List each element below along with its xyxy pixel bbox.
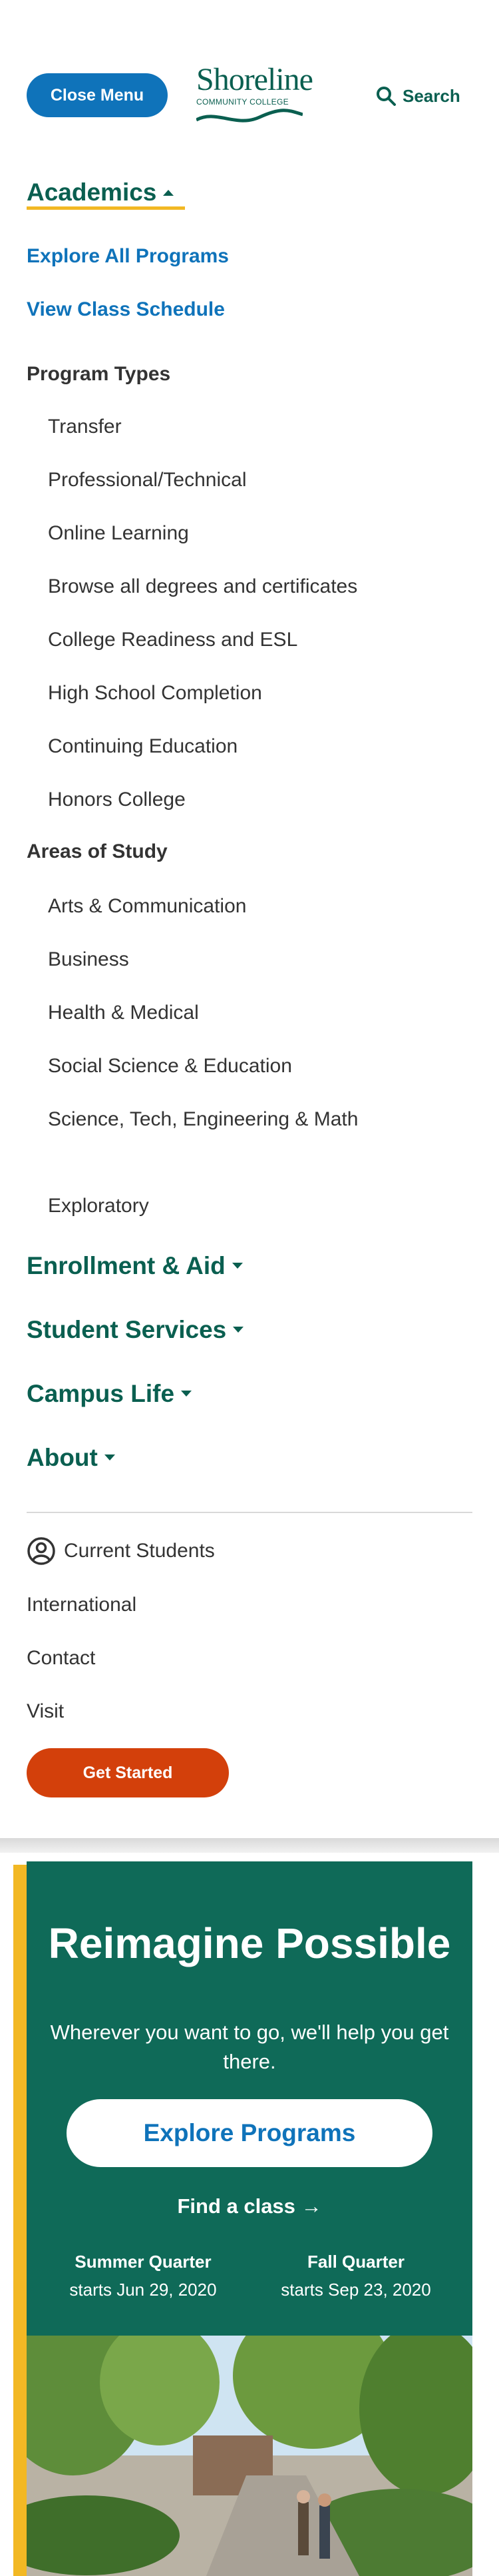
program-types-heading: Program Types bbox=[27, 363, 171, 385]
chevron-down-icon bbox=[233, 1327, 244, 1333]
quarter-name: Fall Quarter bbox=[307, 2252, 405, 2272]
area-of-study-item[interactable]: Business bbox=[48, 944, 420, 976]
current-students-link[interactable]: Current Students bbox=[27, 1536, 215, 1566]
program-type-item[interactable]: Professional/Technical bbox=[48, 464, 420, 496]
nav-student-services[interactable]: Student Services bbox=[27, 1316, 245, 1344]
logo-wordmark: Shoreline bbox=[196, 62, 313, 97]
quarter-date: starts Jun 29, 2020 bbox=[69, 2280, 217, 2300]
area-of-study-item[interactable]: Arts & Communication bbox=[48, 890, 420, 922]
search-label: Search bbox=[403, 85, 460, 106]
program-type-item[interactable]: Browse all degrees and certificates bbox=[48, 571, 420, 603]
close-menu-button[interactable]: Close Menu bbox=[27, 73, 168, 117]
logo-subtitle: COMMUNITY COLLEGE bbox=[196, 97, 289, 107]
college-logo[interactable]: Shoreline COMMUNITY COLLEGE bbox=[196, 62, 313, 128]
get-started-button[interactable]: Get Started bbox=[27, 1748, 229, 1797]
area-of-study-item[interactable]: Health & Medical bbox=[48, 997, 420, 1029]
caret-up-icon bbox=[163, 190, 174, 196]
search-icon bbox=[377, 87, 396, 106]
quarter-name: Summer Quarter bbox=[75, 2252, 212, 2272]
area-of-study-item[interactable]: Science, Tech, Engineering & Math bbox=[48, 1104, 381, 1135]
contact-link[interactable]: Contact bbox=[27, 1647, 95, 1670]
nav-section-label: About bbox=[27, 1444, 98, 1471]
nav-section-label: Campus Life bbox=[27, 1380, 175, 1407]
chevron-down-icon bbox=[181, 1391, 192, 1397]
hero-card: Reimagine Possible Wherever you want to … bbox=[27, 1861, 472, 2336]
user-circle-icon bbox=[27, 1537, 55, 1565]
search-button[interactable]: Search bbox=[376, 83, 460, 109]
program-type-item[interactable]: High School Completion bbox=[48, 677, 420, 709]
campus-photo bbox=[27, 2336, 472, 2576]
site-header: Close Menu Shoreline COMMUNITY COLLEGE S… bbox=[0, 0, 499, 193]
hero-title: Reimagine Possible bbox=[48, 1919, 451, 1967]
program-type-item[interactable]: Online Learning bbox=[48, 517, 420, 549]
visit-link[interactable]: Visit bbox=[27, 1700, 64, 1723]
nav-section-label: Student Services bbox=[27, 1316, 227, 1343]
quarter-date: starts Sep 23, 2020 bbox=[281, 2280, 431, 2300]
nav-section-label: Enrollment & Aid bbox=[27, 1252, 226, 1279]
program-type-item[interactable]: Transfer bbox=[48, 411, 420, 443]
program-type-item[interactable]: College Readiness and ESL bbox=[48, 624, 420, 656]
nav-academics[interactable]: Academics bbox=[27, 178, 175, 206]
hero-tagline: Wherever you want to go, we'll help you … bbox=[50, 2021, 449, 2073]
find-a-class-link[interactable]: Find a class → bbox=[27, 2194, 472, 2218]
areas-of-study-heading: Areas of Study bbox=[27, 840, 168, 862]
summer-quarter-info: Summer Quarter starts Jun 29, 2020 bbox=[57, 2248, 230, 2304]
nav-about[interactable]: About bbox=[27, 1444, 116, 1472]
menu-shadow bbox=[0, 1838, 499, 1853]
nav-enrollment-aid[interactable]: Enrollment & Aid bbox=[27, 1252, 244, 1280]
nav-campus-life[interactable]: Campus Life bbox=[27, 1380, 193, 1408]
current-students-label: Current Students bbox=[64, 1540, 215, 1562]
active-underline bbox=[27, 206, 185, 210]
program-type-item[interactable]: Honors College bbox=[48, 784, 420, 816]
chevron-down-icon bbox=[104, 1454, 115, 1460]
program-type-item[interactable]: Continuing Education bbox=[48, 731, 420, 763]
logo-wave-icon bbox=[196, 109, 303, 123]
area-of-study-item[interactable]: Exploratory bbox=[48, 1190, 420, 1222]
fall-quarter-info: Fall Quarter starts Sep 23, 2020 bbox=[269, 2248, 442, 2304]
nav-divider bbox=[27, 1512, 472, 1513]
explore-programs-button[interactable]: Explore Programs bbox=[67, 2099, 432, 2167]
international-link[interactable]: International bbox=[27, 1594, 136, 1616]
area-of-study-item[interactable]: Social Science & Education bbox=[48, 1050, 420, 1082]
explore-all-programs-link[interactable]: Explore All Programs bbox=[27, 245, 229, 268]
chevron-down-icon bbox=[232, 1263, 243, 1269]
view-class-schedule-link[interactable]: View Class Schedule bbox=[27, 298, 225, 321]
nav-academics-label: Academics bbox=[27, 178, 157, 206]
